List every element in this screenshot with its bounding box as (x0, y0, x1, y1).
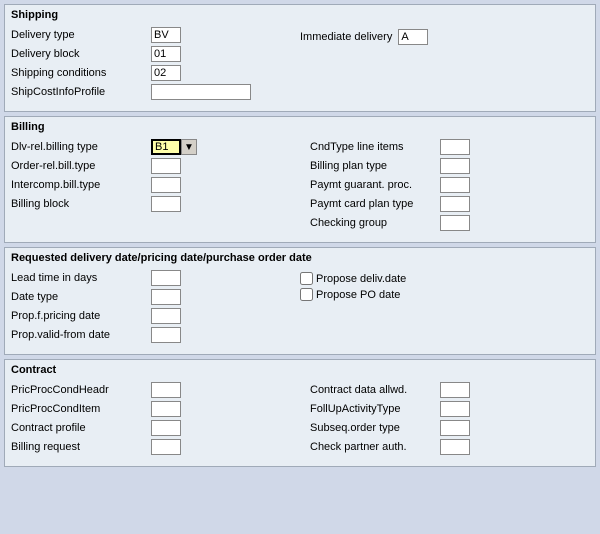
pric-proc-item-row: PricProcCondItem (11, 401, 300, 417)
delivery-type-label: Delivery type (11, 29, 151, 41)
contract-section: Contract PricProcCondHeadr PricProcCondI… (4, 359, 596, 467)
contract-profile-row: Contract profile (11, 420, 300, 436)
shipping-title: Shipping (11, 9, 589, 21)
paymt-card-label: Paymt card plan type (300, 198, 440, 210)
contract-data-row: Contract data allwd. (300, 382, 589, 398)
lead-time-label: Lead time in days (11, 272, 151, 284)
ship-cost-label: ShipCostInfoProfile (11, 86, 151, 98)
paymt-guarant-row: Paymt guarant. proc. (300, 177, 589, 193)
billing-block-row: Billing block (11, 196, 300, 212)
paymt-card-row: Paymt card plan type (300, 196, 589, 212)
follow-up-input[interactable] (440, 401, 470, 417)
billing-block-input[interactable] (151, 196, 181, 212)
billing-request-input[interactable] (151, 439, 181, 455)
prop-pricing-row: Prop.f.pricing date (11, 308, 300, 324)
date-type-label: Date type (11, 291, 151, 303)
billing-plan-input[interactable] (440, 158, 470, 174)
check-partner-row: Check partner auth. (300, 439, 589, 455)
delivery-date-title: Requested delivery date/pricing date/pur… (11, 252, 589, 264)
billing-request-label: Billing request (11, 441, 151, 453)
prop-valid-row: Prop.valid-from date (11, 327, 300, 343)
propose-deliv-label: Propose deliv.date (316, 273, 406, 285)
intercomp-label: Intercomp.bill.type (11, 179, 151, 191)
pric-proc-item-label: PricProcCondItem (11, 403, 151, 415)
checking-group-label: Checking group (300, 217, 440, 229)
prop-pricing-label: Prop.f.pricing date (11, 310, 151, 322)
contract-profile-label: Contract profile (11, 422, 151, 434)
prop-pricing-input[interactable] (151, 308, 181, 324)
dlv-rel-button[interactable]: ▼ (181, 139, 197, 155)
paymt-guarant-label: Paymt guarant. proc. (300, 179, 440, 191)
pric-proc-headr-input[interactable] (151, 382, 181, 398)
check-partner-label: Check partner auth. (300, 441, 440, 453)
contract-data-label: Contract data allwd. (300, 384, 440, 396)
propose-po-row: Propose PO date (300, 288, 589, 301)
shipping-conditions-input[interactable] (151, 65, 181, 81)
date-type-row: Date type (11, 289, 300, 305)
subseq-order-row: Subseq.order type (300, 420, 589, 436)
cnd-type-row: CndType line items (300, 139, 589, 155)
prop-valid-input[interactable] (151, 327, 181, 343)
pric-proc-item-input[interactable] (151, 401, 181, 417)
pric-proc-headr-label: PricProcCondHeadr (11, 384, 151, 396)
subseq-order-input[interactable] (440, 420, 470, 436)
billing-section: Billing Dlv-rel.billing type ▼ Order-rel… (4, 116, 596, 243)
lead-time-row: Lead time in days (11, 270, 300, 286)
order-rel-label: Order-rel.bill.type (11, 160, 151, 172)
subseq-order-label: Subseq.order type (300, 422, 440, 434)
billing-title: Billing (11, 121, 589, 133)
billing-block-label: Billing block (11, 198, 151, 210)
prop-valid-label: Prop.valid-from date (11, 329, 151, 341)
billing-plan-label: Billing plan type (300, 160, 440, 172)
lead-time-input[interactable] (151, 270, 181, 286)
delivery-type-input[interactable] (151, 27, 181, 43)
contract-profile-input[interactable] (151, 420, 181, 436)
immediate-delivery-input[interactable] (398, 29, 428, 45)
delivery-block-label: Delivery block (11, 48, 151, 60)
contract-title: Contract (11, 364, 589, 376)
cnd-type-input[interactable] (440, 139, 470, 155)
shipping-conditions-row: Shipping conditions (11, 65, 300, 81)
billing-plan-row: Billing plan type (300, 158, 589, 174)
order-rel-input[interactable] (151, 158, 181, 174)
checking-group-row: Checking group (300, 215, 589, 231)
propose-deliv-row: Propose deliv.date (300, 272, 589, 285)
immediate-delivery-label: Immediate delivery (300, 31, 392, 43)
propose-po-label: Propose PO date (316, 289, 400, 301)
billing-request-row: Billing request (11, 439, 300, 455)
dlv-rel-row: Dlv-rel.billing type ▼ (11, 139, 300, 155)
follow-up-row: FollUpActivityType (300, 401, 589, 417)
ship-cost-input[interactable] (151, 84, 251, 100)
pric-proc-headr-row: PricProcCondHeadr (11, 382, 300, 398)
propose-deliv-checkbox[interactable] (300, 272, 313, 285)
paymt-card-input[interactable] (440, 196, 470, 212)
propose-po-checkbox[interactable] (300, 288, 313, 301)
shipping-conditions-label: Shipping conditions (11, 67, 151, 79)
intercomp-row: Intercomp.bill.type (11, 177, 300, 193)
cnd-type-label: CndType line items (300, 141, 440, 153)
delivery-block-row: Delivery block (11, 46, 300, 62)
order-rel-row: Order-rel.bill.type (11, 158, 300, 174)
intercomp-input[interactable] (151, 177, 181, 193)
checking-group-input[interactable] (440, 215, 470, 231)
follow-up-label: FollUpActivityType (300, 403, 440, 415)
dlv-rel-input[interactable] (151, 139, 181, 155)
paymt-guarant-input[interactable] (440, 177, 470, 193)
delivery-type-row: Delivery type (11, 27, 300, 43)
ship-cost-row: ShipCostInfoProfile (11, 84, 300, 100)
delivery-date-section: Requested delivery date/pricing date/pur… (4, 247, 596, 355)
delivery-block-input[interactable] (151, 46, 181, 62)
contract-data-input[interactable] (440, 382, 470, 398)
shipping-section: Shipping Delivery type Delivery block Sh… (4, 4, 596, 112)
dlv-rel-label: Dlv-rel.billing type (11, 141, 151, 153)
check-partner-input[interactable] (440, 439, 470, 455)
date-type-input[interactable] (151, 289, 181, 305)
